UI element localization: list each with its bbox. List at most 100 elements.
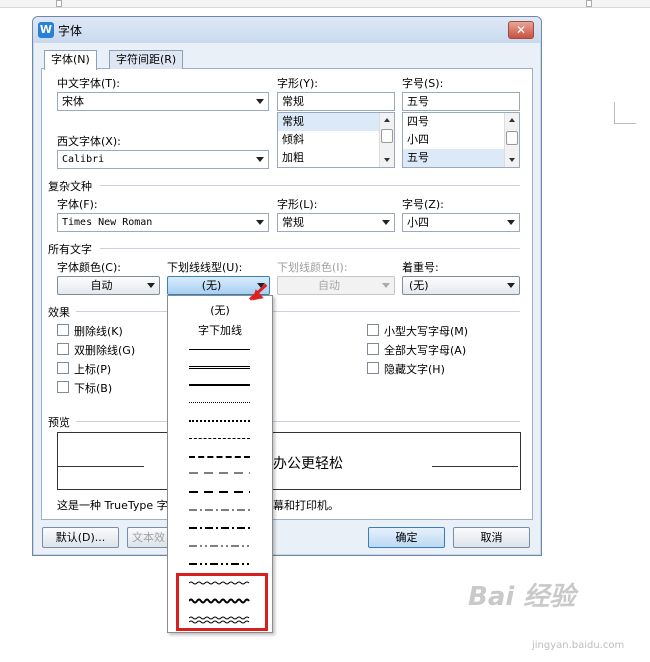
chevron-down-icon [256,99,264,104]
chevron-down-icon [147,283,155,288]
superscript-label[interactable]: 上标(P) [74,361,111,377]
chevron-down-icon [382,283,390,288]
scroll-down-icon[interactable] [509,158,515,162]
complex-size-value: 小四 [407,216,429,229]
double-strikethrough-checkbox[interactable] [57,343,69,355]
dialog-titlebar[interactable] [33,17,541,43]
emphasis-value: (无) [409,279,429,292]
subscript-checkbox[interactable] [57,381,69,393]
cancel-button[interactable]: 取消 [453,527,530,548]
complex-font-label: 字体(F): [57,198,98,211]
underline-option-dotted[interactable] [189,402,250,403]
divider [100,248,520,249]
list-item[interactable]: 小四 [403,131,519,149]
western-font-value: Calibri [62,154,105,165]
tab-font[interactable]: 字体(N) [44,50,97,70]
underline-option-thick-dotted[interactable] [189,420,250,422]
scroll-down-icon[interactable] [384,158,390,162]
complex-size-select[interactable]: 小四 [402,213,520,232]
emphasis-label: 着重号: [402,261,439,274]
double-strikethrough-label[interactable]: 双删除线(G) [74,342,135,358]
underline-option-dashed[interactable] [189,438,250,439]
size-scrollbar[interactable] [504,113,519,167]
underline-option-thick[interactable] [189,384,250,386]
underline-option-thick-dashed[interactable] [189,456,250,458]
all-caps-label[interactable]: 全部大写字母(A) [384,342,466,358]
complex-section-title: 复杂文种 [48,180,92,193]
underline-color-select: 自动 [277,276,395,295]
complex-font-select[interactable]: Times New Roman [57,213,269,232]
divider [100,185,520,186]
font-color-select[interactable]: 自动 [57,276,160,295]
size-input[interactable]: 五号 [402,92,520,111]
strikethrough-checkbox[interactable] [57,324,69,336]
size-listbox[interactable]: 四号 小四 五号 [402,112,520,168]
subscript-label[interactable]: 下标(B) [74,380,112,396]
chevron-down-icon [507,283,515,288]
preview-note-start: 这是一种 TrueType 字 [57,499,168,512]
baidu-watermark-url: jingyan.baidu.com [532,640,625,651]
wavy-options-highlight [176,573,268,631]
small-caps-checkbox[interactable] [367,324,379,336]
font-color-value: 自动 [90,279,113,292]
emphasis-select[interactable]: (无) [402,276,520,295]
preview-sample-text: 办公更轻松 [273,456,343,472]
chinese-font-select[interactable]: 宋体 [57,92,269,111]
style-listbox[interactable]: 常规 倾斜 加粗 [277,112,395,168]
western-font-select[interactable]: Calibri [57,150,269,169]
ruler-indent-marker[interactable] [56,0,62,7]
underline-style-label: 下划线线型(U): [167,261,243,274]
list-item[interactable]: 加粗 [278,149,394,167]
page-corner-mark [614,102,636,124]
superscript-checkbox[interactable] [57,362,69,374]
chevron-down-icon [256,220,264,225]
chevron-down-icon [382,220,390,225]
default-button[interactable]: 默认(D)... [42,527,119,548]
effects-section-title: 效果 [48,306,70,319]
scroll-up-icon[interactable] [384,118,390,122]
list-item[interactable]: 四号 [403,113,519,131]
tab-character-spacing[interactable]: 字符间距(R) [109,50,184,69]
divider [76,311,520,312]
chevron-down-icon [507,220,515,225]
all-caps-checkbox[interactable] [367,343,379,355]
ok-button[interactable]: 确定 [368,527,445,548]
close-button[interactable]: ✕ [508,21,534,39]
chinese-font-label: 中文字体(T): [57,77,121,90]
complex-style-label: 字形(L): [277,198,318,211]
chinese-font-value: 宋体 [62,95,84,108]
hidden-text-checkbox[interactable] [367,362,379,374]
underline-option-single[interactable] [189,349,250,350]
size-label: 字号(S): [402,77,444,90]
style-input[interactable]: 常规 [277,92,395,111]
text-effects-button[interactable]: 文本效 [127,527,169,548]
list-item[interactable]: 倾斜 [278,131,394,149]
complex-style-select[interactable]: 常规 [277,213,395,232]
page-ruler [0,0,650,8]
list-item[interactable]: 五号 [403,149,519,167]
hidden-text-label[interactable]: 隐藏文字(H) [384,361,445,377]
all-text-section-title: 所有文字 [48,243,92,256]
wps-app-icon: W [38,22,54,38]
underline-option-double[interactable] [189,366,250,369]
style-scrollbar[interactable] [379,113,394,167]
underline-style-value: (无) [201,279,222,292]
scroll-thumb[interactable] [381,129,393,143]
preview-baseline-left [58,466,144,467]
underline-color-value: 自动 [318,279,340,292]
underline-option-words-only[interactable]: 字下加线 [168,322,272,338]
scroll-thumb[interactable] [506,131,518,145]
ruler-right-marker[interactable] [586,0,592,7]
complex-style-value: 常规 [282,216,304,229]
baidu-watermark-logo: Bai 经验 [468,582,576,612]
scroll-up-icon[interactable] [509,118,515,122]
style-label: 字形(Y): [277,77,319,90]
chevron-down-icon [256,157,264,162]
list-item[interactable]: 常规 [278,113,394,131]
western-font-label: 西文字体(X): [57,135,121,148]
small-caps-label[interactable]: 小型大写字母(M) [384,323,468,339]
underline-color-label: 下划线颜色(I): [277,261,348,274]
strikethrough-label[interactable]: 删除线(K) [74,323,123,339]
complex-font-value: Times New Roman [62,217,153,228]
preview-section-title: 预览 [48,416,70,429]
